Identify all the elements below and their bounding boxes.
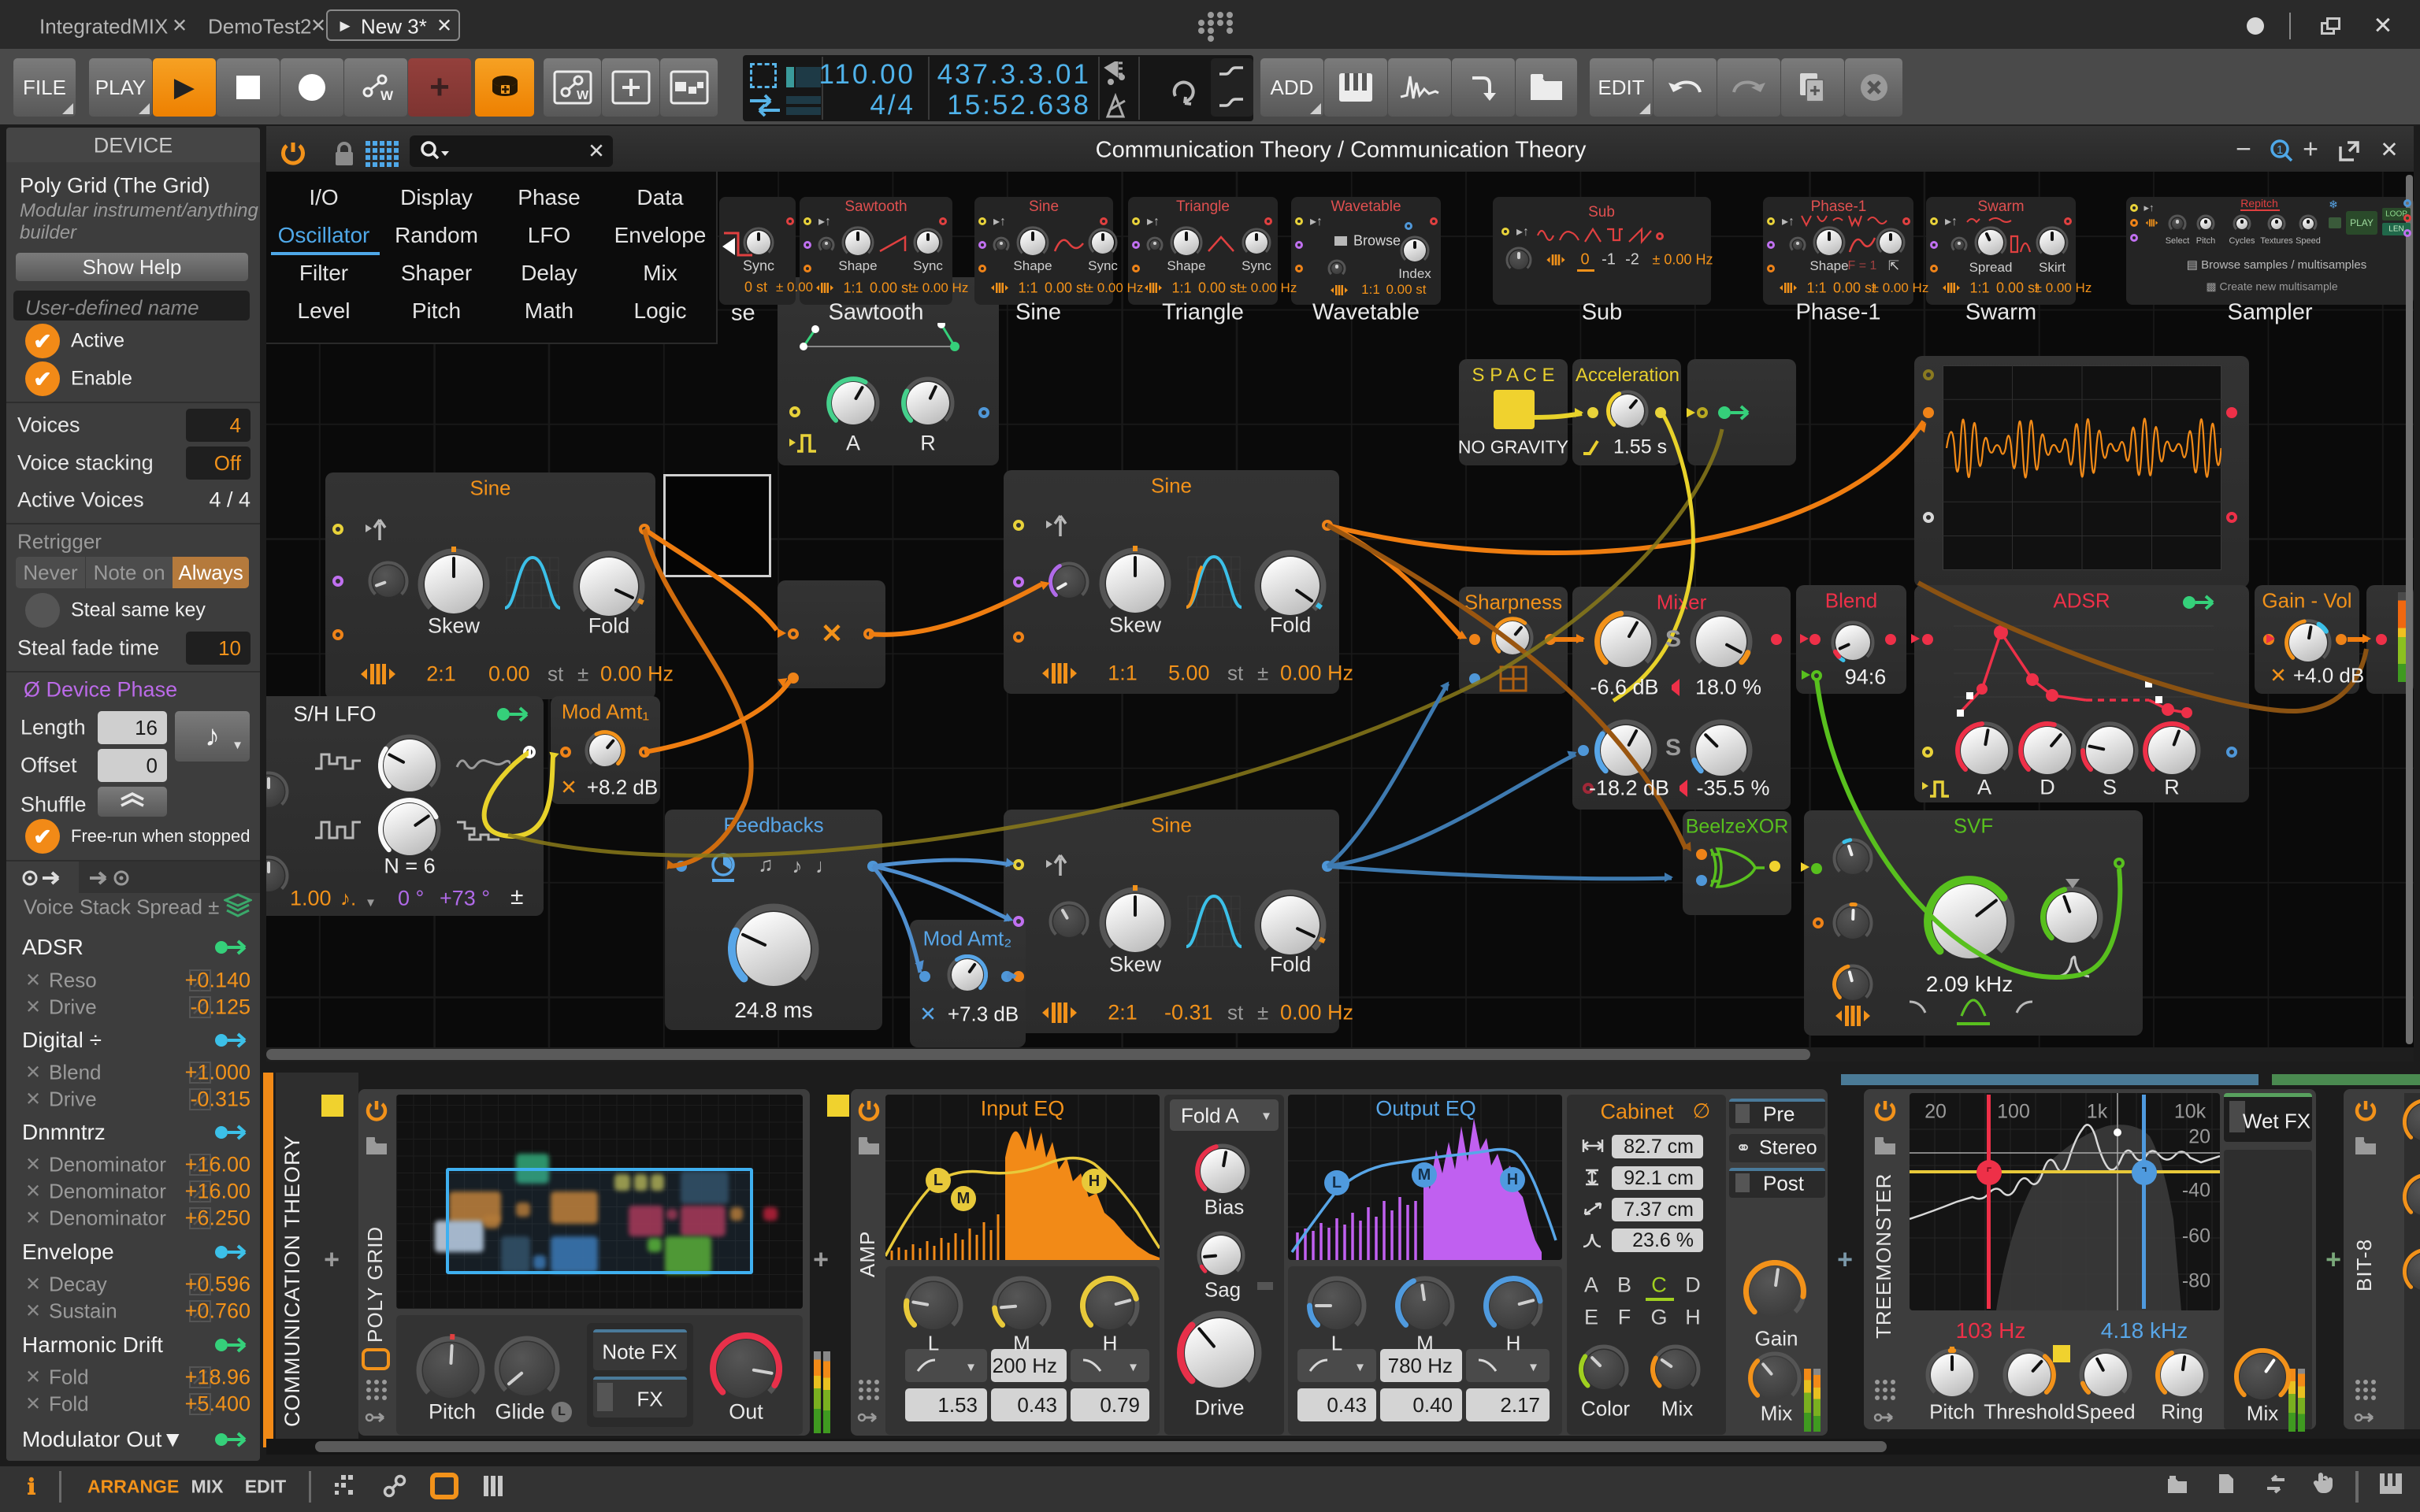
svg-text:W: W	[380, 88, 393, 103]
svg-text:W: W	[577, 89, 589, 102]
svg-text:1: 1	[2277, 143, 2283, 157]
